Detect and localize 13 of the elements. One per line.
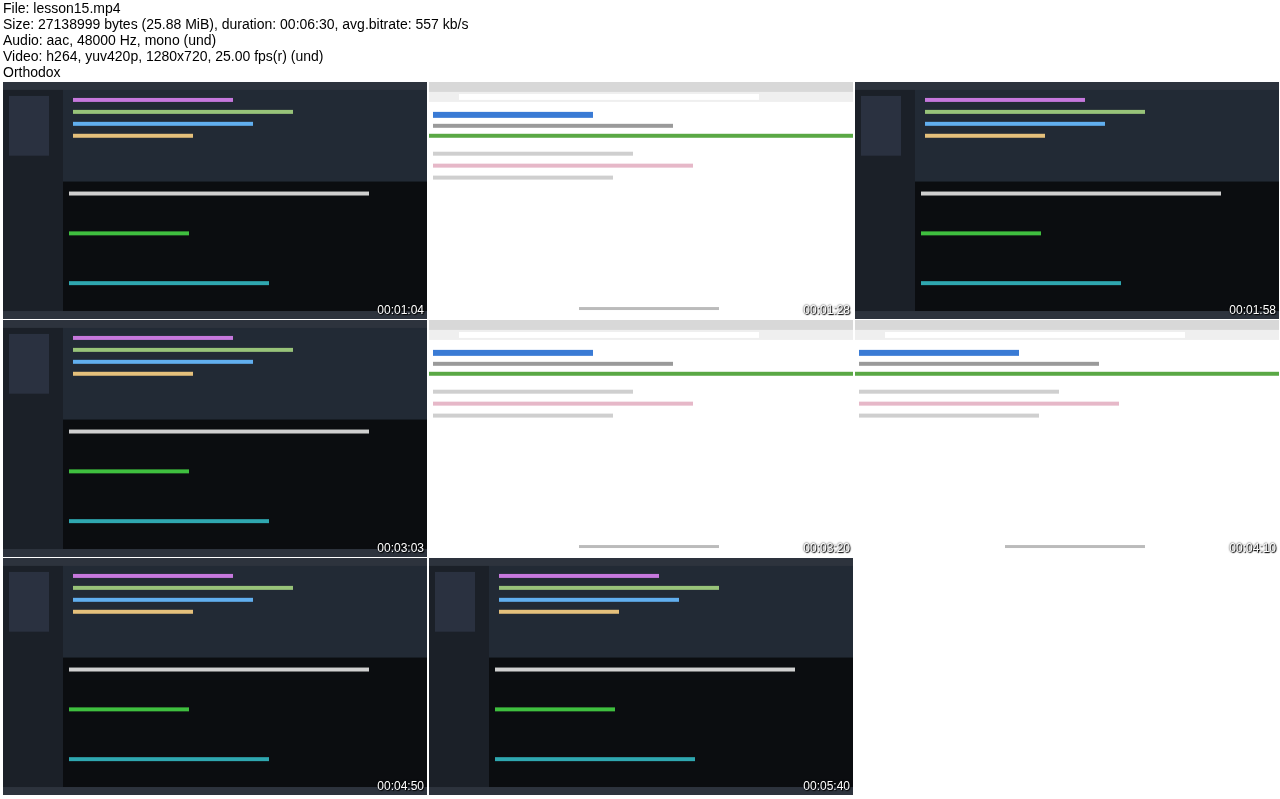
- timestamp: 00:01:04: [377, 304, 424, 317]
- timestamp: 00:01:28: [803, 304, 850, 317]
- timestamp: 00:03:20: [803, 542, 850, 555]
- info-line: Audio: aac, 48000 Hz, mono (und): [3, 32, 218, 48]
- info-line: Video: h264, yuv420p, 1280x720, 25.00 fps(r) (und): [3, 48, 325, 64]
- info-line: File: lesson15.mp4: [3, 0, 122, 16]
- timestamp: 00:03:03: [377, 542, 424, 555]
- timestamp: 00:04:50: [377, 780, 424, 793]
- timestamp: 00:05:40: [803, 780, 850, 793]
- timestamp: 00:01:58: [1229, 304, 1276, 317]
- info-line: Size: 27138999 bytes (25.88 MiB), duration: 00:06:30, avg.bitrate: 557 kb/s: [3, 16, 470, 32]
- timestamp: 00:04:10: [1229, 542, 1276, 555]
- info-line: Orthodox: [3, 64, 62, 80]
